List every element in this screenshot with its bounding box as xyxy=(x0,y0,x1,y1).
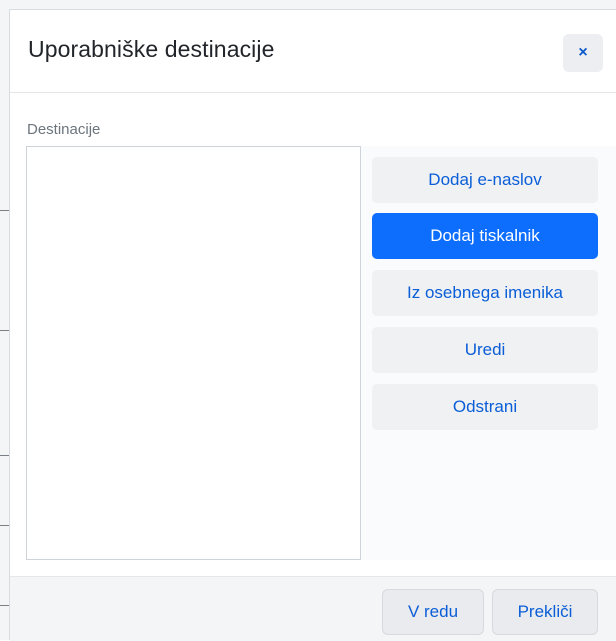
dialog-title: Uporabniške destinacije xyxy=(28,36,275,62)
remove-label: Odstrani xyxy=(452,397,518,416)
add-email-label: Dodaj e-naslov xyxy=(428,170,542,189)
cancel-label: Prekliči xyxy=(517,602,573,621)
dialog-header: Uporabniške destinacije × xyxy=(10,10,616,93)
close-button[interactable]: × xyxy=(563,34,603,72)
add-printer-button[interactable]: Dodaj tiskalnik xyxy=(372,213,598,259)
actions-panel: Dodaj e-naslov Dodaj tiskalnik Iz osebne… xyxy=(361,146,616,560)
ok-button[interactable]: V redu xyxy=(382,589,484,635)
destinations-label: Destinacije xyxy=(27,121,101,138)
from-address-book-label: Iz osebnega imenika xyxy=(407,283,563,302)
edit-label: Uredi xyxy=(464,340,506,359)
user-destinations-dialog: Uporabniške destinacije × Destinacije Do… xyxy=(9,9,616,641)
destinations-list[interactable] xyxy=(26,146,361,560)
edit-button[interactable]: Uredi xyxy=(372,327,598,373)
remove-button[interactable]: Odstrani xyxy=(372,384,598,430)
dialog-footer: V redu Prekliči xyxy=(10,576,616,641)
add-email-button[interactable]: Dodaj e-naslov xyxy=(372,157,598,203)
cancel-button[interactable]: Prekliči xyxy=(492,589,598,635)
from-address-book-button[interactable]: Iz osebnega imenika xyxy=(372,270,598,316)
ok-label: V redu xyxy=(407,602,459,621)
add-printer-label: Dodaj tiskalnik xyxy=(430,226,540,245)
close-icon: × xyxy=(578,44,588,61)
